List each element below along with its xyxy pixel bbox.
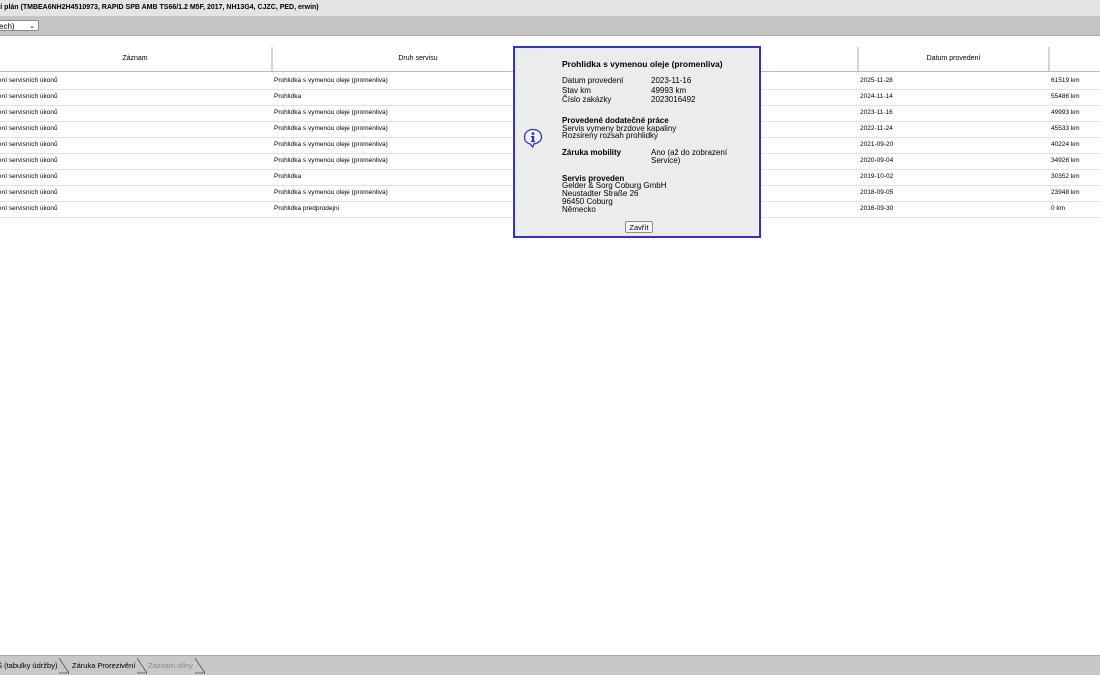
cell-druh: Prohlidka predprodejni — [274, 205, 340, 212]
cell-km: 55486 km — [1051, 93, 1080, 100]
cell-km: 61519 km — [1051, 77, 1080, 84]
cell-zaznam: ení servisních úkonů — [0, 77, 58, 84]
cell-datum: 2016-09-30 — [860, 205, 894, 212]
tab-zaznam-dilny[interactable]: Záznam dílny — [148, 659, 193, 672]
bottom-tab-bar: Š (tabulky údržby) Záruka Prorezivění Zá… — [0, 655, 1100, 675]
info-icon — [523, 128, 543, 148]
mobility-value: Service) — [651, 156, 681, 165]
cell-datum: 2022-11-24 — [860, 125, 893, 132]
cell-km: 40224 km — [1051, 141, 1080, 148]
cell-zaznam: ení servisních úkonů — [0, 125, 58, 132]
cell-datum: 2023-11-16 — [860, 109, 893, 116]
field-label: Datum provedení — [562, 76, 624, 85]
column-header-zaznam[interactable]: Záznam — [0, 47, 272, 71]
tab-separator-icon — [195, 657, 205, 674]
window-title: ní plán (TMBEA6NH2H4510973, RAPID SPB AM… — [0, 4, 319, 11]
field-value: 2023-11-16 — [651, 76, 692, 85]
filter-select[interactable]: ech) ⌄ — [0, 20, 39, 31]
cell-datum: 2024-11-14 — [860, 93, 893, 100]
cell-druh: Prohlidka — [274, 93, 302, 100]
cell-datum: 2018-09-05 — [860, 189, 894, 196]
tab-separator-icon — [137, 657, 147, 674]
cell-km: 45533 km — [1051, 125, 1080, 132]
toolbar: ech) ⌄ — [0, 17, 1100, 36]
cell-druh: Prohlidka — [274, 173, 302, 180]
cell-zaznam: ení servisních úkonů — [0, 157, 58, 164]
cell-km: 34926 km — [1051, 157, 1080, 164]
cell-zaznam: ení servisních úkonů — [0, 205, 58, 212]
cell-km: 23948 km — [1051, 189, 1080, 196]
cell-km: 30352 km — [1051, 173, 1080, 180]
mobility-label: Záruka mobility — [562, 148, 622, 157]
cell-druh: Prohlidka s vymenou oleje (promenliva) — [274, 77, 388, 84]
extra-work-line: Rozsireny rozsah prohlidky — [562, 131, 659, 140]
cell-druh: Prohlidka s vymenou oleje (promenliva) — [274, 141, 388, 148]
field-label: Číslo zakázky — [562, 95, 612, 104]
service-detail-dialog: Prohlidka s vymenou oleje (promenliva) D… — [513, 46, 761, 238]
filter-select-value: ech) — [0, 22, 15, 31]
cell-druh: Prohlidka s vymenou oleje (promenliva) — [274, 125, 388, 132]
column-header-stav-km[interactable] — [1049, 47, 1100, 71]
cell-datum: 2020-09-04 — [860, 157, 894, 164]
cell-druh: Prohlidka s vymenou oleje (promenliva) — [274, 109, 388, 116]
cell-druh: Prohlidka s vymenou oleje (promenliva) — [274, 189, 388, 196]
field-value: 49993 km — [651, 86, 687, 95]
tab-zaruka-prorezivenii[interactable]: Záruka Prorezivění — [72, 659, 135, 672]
field-value: 2023016492 — [651, 95, 696, 104]
cell-datum: 2021-09-20 — [860, 141, 894, 148]
dialog-title: Prohlidka s vymenou oleje (promenliva) — [562, 59, 723, 69]
field-label: Stav km — [562, 86, 591, 95]
cell-zaznam: ení servisních úkonů — [0, 93, 58, 100]
window-title-bar: ní plán (TMBEA6NH2H4510973, RAPID SPB AM… — [0, 0, 1100, 17]
close-button[interactable]: Zavřít — [625, 221, 653, 233]
cell-druh: Prohlidka s vymenou oleje (promenliva) — [274, 157, 388, 164]
cell-zaznam: ení servisních úkonů — [0, 189, 58, 196]
cell-km: 49993 km — [1051, 109, 1080, 116]
service-line: Německo — [562, 205, 596, 214]
cell-datum: 2025-11-28 — [860, 77, 893, 84]
cell-km: 0 km — [1051, 205, 1066, 212]
cell-zaznam: ení servisních úkonů — [0, 173, 58, 180]
column-header-datum-provedeni[interactable]: Datum provedení — [858, 47, 1049, 71]
tab-separator-icon — [59, 657, 69, 674]
cell-zaznam: ení servisních úkonů — [0, 141, 58, 148]
cell-zaznam: ení servisních úkonů — [0, 109, 58, 116]
tab-tabulky-udrzby[interactable]: Š (tabulky údržby) — [0, 659, 57, 672]
chevron-down-icon: ⌄ — [29, 23, 35, 30]
cell-datum: 2019-10-02 — [860, 173, 894, 180]
